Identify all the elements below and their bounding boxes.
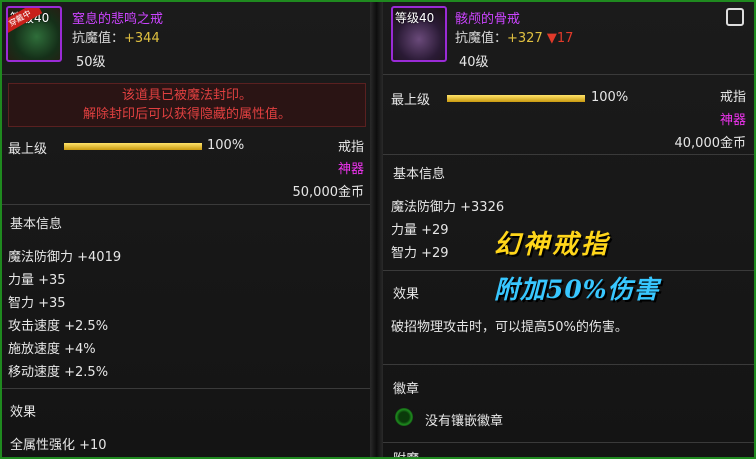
seal-line-1: 该道具已被魔法封印。 [121, 88, 252, 103]
item-price: 40,000金币 [674, 136, 747, 151]
skull-ring-item-icon[interactable]: 等级40 [391, 6, 447, 62]
grade-bar [64, 143, 202, 150]
left-item-tooltip: 等级40 穿戴中 窒息的悲鸣之戒 抗魔值：+344 50级 该道具已被魔法封印。… [2, 2, 370, 457]
emblem-title: 徽章 [393, 382, 420, 397]
stat-line: 攻击速度 +2.5% [8, 319, 109, 334]
resist-diff: ▼17 [546, 31, 574, 46]
seal-line-2: 解除封印后可以获得隐藏的属性值。 [82, 107, 291, 122]
stat-line: 魔法防御力 +4019 [8, 250, 122, 265]
emblem-text: 没有镶嵌徽章 [425, 414, 504, 429]
magic-resist: 抗魔值：+327 ▼17 [455, 27, 573, 46]
grade-percent: 100% [207, 138, 245, 153]
divider [2, 388, 370, 389]
grade-label: 最上级 [8, 142, 48, 157]
grade-bar-fill [64, 143, 202, 150]
grade-bar [447, 95, 585, 102]
ring-item-icon[interactable]: 等级40 穿戴中 [6, 6, 62, 62]
panel-separator [370, 2, 383, 457]
item-name: 窒息的悲鸣之戒 [72, 12, 164, 27]
grade-label: 最上级 [391, 93, 431, 108]
divider [383, 74, 754, 75]
resist-value: +327 [507, 31, 543, 46]
effect-title: 效果 [10, 405, 37, 420]
next-section-title: 附魔 [393, 448, 419, 457]
item-type: 戒指 [719, 90, 746, 105]
item-rarity: 神器 [337, 162, 364, 177]
stat-line: 智力 +29 [391, 246, 449, 261]
icon-level: 等级40 [395, 11, 435, 25]
divider [2, 204, 370, 205]
stat-line: 施放速度 +4% [8, 342, 96, 357]
emblem-slot-icon[interactable] [395, 408, 413, 426]
grade-percent: 100% [591, 90, 629, 105]
stat-line: 魔法防御力 +3326 [391, 200, 505, 215]
edit-icon[interactable] [726, 8, 744, 26]
item-type: 戒指 [337, 140, 364, 155]
divider [383, 364, 754, 365]
grade-bar-fill [447, 95, 585, 102]
stat-line: 移动速度 +2.5% [8, 365, 109, 380]
divider [383, 154, 754, 155]
effect-title: 效果 [393, 287, 420, 302]
item-level: 40级 [459, 55, 489, 70]
stat-line: 智力 +35 [8, 296, 66, 311]
stat-line: 力量 +29 [391, 223, 449, 238]
divider [383, 442, 754, 443]
basic-info-title: 基本信息 [10, 217, 63, 232]
overlay-title: 幻神戒指 [494, 230, 611, 260]
resist-label: 抗魔值： [455, 31, 508, 46]
seal-notice: 该道具已被魔法封印。 解除封印后可以获得隐藏的属性值。 [8, 83, 366, 127]
item-level: 50级 [76, 55, 106, 70]
tooltip-frame: 等级40 穿戴中 窒息的悲鸣之戒 抗魔值：+344 50级 该道具已被魔法封印。… [0, 0, 756, 459]
overlay-subtitle: 附加50%伤害 [494, 275, 660, 304]
basic-info-title: 基本信息 [393, 167, 446, 182]
resist-label: 抗魔值： [72, 31, 125, 46]
effect-line: 全属性强化 +10 [10, 438, 107, 453]
item-name: 骸颅的骨戒 [455, 12, 521, 27]
resist-value: +344 [124, 31, 160, 46]
magic-resist: 抗魔值：+344 [72, 27, 160, 46]
item-rarity: 神器 [719, 113, 746, 128]
item-price: 50,000金币 [292, 185, 365, 200]
effect-text: 破招物理攻击时，可以提高50%的伤害。 [391, 320, 628, 335]
stat-line: 力量 +35 [8, 273, 66, 288]
divider [2, 74, 370, 75]
